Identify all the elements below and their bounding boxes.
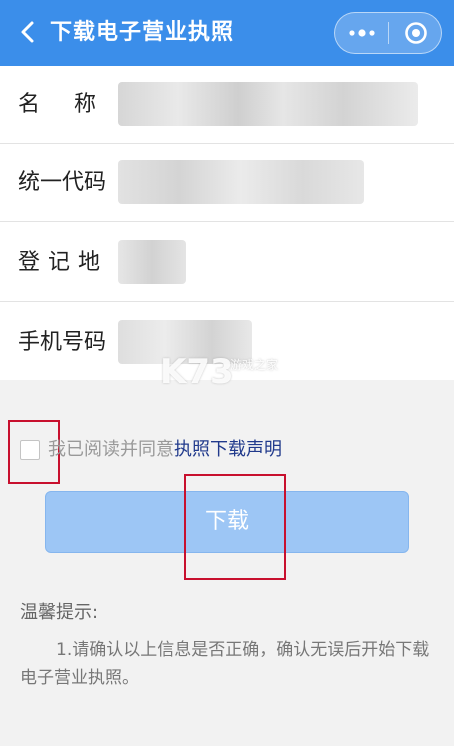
field-label: 名称 <box>18 92 131 117</box>
field-label: 统一代码 <box>18 170 107 195</box>
nav-bar: 下载电子营业执照 <box>0 0 454 66</box>
download-button[interactable]: 下载 <box>45 491 409 553</box>
blurred-value <box>118 82 418 126</box>
agreement-text: 我已阅读并同意 <box>48 439 174 460</box>
blurred-value <box>118 240 186 284</box>
more-dots-icon <box>348 29 375 37</box>
back-button[interactable] <box>12 16 44 48</box>
more-button[interactable] <box>335 13 388 53</box>
blurred-value <box>118 160 364 204</box>
field-label: 登记地 <box>18 250 109 275</box>
agree-checkbox[interactable] <box>20 440 40 460</box>
tips-title: 温馨提示: <box>20 602 99 623</box>
target-close-icon <box>404 22 427 44</box>
info-form: 名称 统一代码 登记地 手机号码 <box>0 66 454 380</box>
field-row-region: 登记地 <box>0 224 454 302</box>
close-button[interactable] <box>389 13 442 53</box>
page-title: 下载电子营业执照 <box>50 20 235 45</box>
field-row-name: 名称 <box>0 66 454 144</box>
chevron-left-icon <box>21 21 34 43</box>
watermark-text: K73 <box>160 352 234 392</box>
tips-body: 1.请确认以上信息是否正确，确认无误后开始下载电子营业执照。 <box>20 640 430 688</box>
mini-program-capsule <box>334 12 442 54</box>
watermark-logo: K73 游戏之家 <box>160 352 278 392</box>
watermark-subtext: 游戏之家 <box>230 358 279 372</box>
agreement-line: 我已阅读并同意执照下载声明 <box>48 437 282 463</box>
field-label: 手机号码 <box>18 330 107 355</box>
statement-link[interactable]: 执照下载声明 <box>174 439 282 460</box>
field-row-code: 统一代码 <box>0 144 454 222</box>
